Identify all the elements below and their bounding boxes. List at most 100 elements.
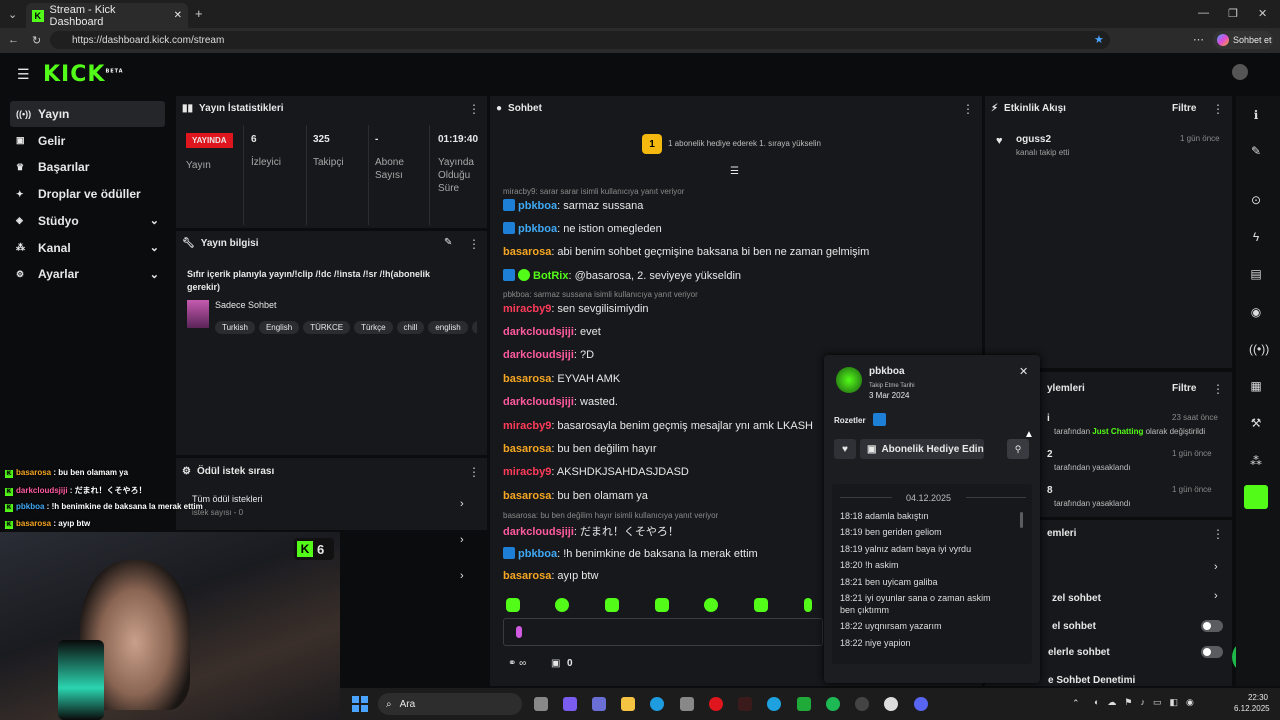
sidebar-item[interactable]: ✦ Droplar ve ödüller bbox=[10, 181, 165, 207]
emote-icon[interactable] bbox=[804, 598, 812, 612]
chat-username[interactable]: darkcloudsjiji bbox=[503, 526, 574, 538]
browser-tab[interactable]: K Stream - Kick Dashboard ✕ bbox=[26, 3, 188, 28]
windows-start-icon[interactable] bbox=[352, 696, 368, 712]
emote-icon[interactable] bbox=[704, 598, 718, 612]
broadcast-icon[interactable]: ((•)) bbox=[1249, 342, 1269, 356]
info-more-icon[interactable]: ⋮ bbox=[468, 237, 480, 251]
lightning-icon[interactable]: ϟ bbox=[1249, 230, 1263, 244]
app-icon[interactable] bbox=[680, 697, 694, 711]
chat-settings-more-icon[interactable]: ⋮ bbox=[1212, 527, 1224, 541]
maximize-icon[interactable]: ❐ bbox=[1228, 7, 1238, 20]
tag[interactable]: english bbox=[428, 321, 468, 334]
document-icon[interactable]: ▤ bbox=[1249, 267, 1263, 281]
new-tab-icon[interactable]: + bbox=[195, 6, 203, 21]
pin-icon[interactable]: ☰ bbox=[730, 166, 739, 177]
chat-username[interactable]: miracby9 bbox=[503, 466, 551, 478]
chat-message[interactable]: miracby9: sen sevgilisimiydin bbox=[503, 303, 649, 315]
edge-icon[interactable] bbox=[650, 697, 664, 711]
chat-username[interactable]: basarosa bbox=[503, 246, 551, 258]
wrench-icon[interactable]: ⚒︎ bbox=[1249, 416, 1263, 430]
app-launcher-icon[interactable] bbox=[1244, 485, 1268, 509]
url-input[interactable]: https://dashboard.kick.com/stream bbox=[50, 31, 1110, 49]
chat-message[interactable]: darkcloudsjiji: ?D bbox=[503, 349, 594, 361]
refresh-icon[interactable]: ↻ bbox=[32, 34, 41, 47]
tag[interactable]: Türkçe bbox=[354, 321, 393, 334]
toggle-switch[interactable] bbox=[1201, 620, 1223, 632]
chevron-right-icon[interactable]: › bbox=[460, 534, 464, 546]
avatar[interactable] bbox=[1232, 64, 1248, 80]
skype-icon[interactable] bbox=[767, 697, 781, 711]
users-icon[interactable]: ⁂ bbox=[1249, 454, 1263, 468]
favorite-star-icon[interactable]: ★ bbox=[1094, 33, 1104, 46]
scrollbar[interactable] bbox=[1020, 512, 1023, 528]
sidebar-item[interactable]: ⁂ Kanal ⌄ bbox=[10, 235, 165, 261]
sidebar-item[interactable]: ♛ Başarılar bbox=[10, 154, 165, 180]
chat-message[interactable]: darkcloudsjiji: だまれ！くそやろ！ bbox=[503, 523, 679, 539]
chat-username[interactable]: pbkboa bbox=[518, 548, 557, 560]
minimize-icon[interactable]: — bbox=[1198, 7, 1209, 19]
chat-username[interactable]: basarosa bbox=[503, 490, 551, 502]
emote-icon[interactable] bbox=[506, 598, 520, 612]
opera-icon[interactable] bbox=[709, 697, 723, 711]
xbox-icon[interactable] bbox=[797, 697, 811, 711]
sidebar-item[interactable]: ▣ Gelir bbox=[10, 128, 165, 154]
category-link[interactable]: Just Chatting bbox=[1092, 427, 1143, 436]
chat-username[interactable]: darkcloudsjiji bbox=[503, 349, 574, 361]
tag[interactable]: t bbox=[471, 321, 477, 334]
chat-message[interactable]: darkcloudsjiji: evet bbox=[503, 326, 601, 338]
chat-username[interactable]: pbkboa bbox=[518, 223, 557, 235]
category-thumbnail[interactable] bbox=[187, 300, 209, 328]
chat-username[interactable]: BotRix bbox=[533, 270, 568, 282]
chat-message[interactable]: basarosa: abi benim sohbet geçmişine bak… bbox=[503, 246, 869, 258]
emote-icon[interactable] bbox=[555, 598, 569, 612]
chat-message[interactable]: pbkboa: !h benimkine de baksana la merak… bbox=[503, 547, 758, 560]
chat-message[interactable]: basarosa: EYVAH AMK bbox=[503, 373, 620, 385]
file-explorer-icon[interactable] bbox=[621, 697, 635, 711]
obs-icon[interactable] bbox=[884, 697, 898, 711]
sidebar-item[interactable]: ◈ Stüdyo ⌄ bbox=[10, 208, 165, 234]
chevron-right-icon[interactable]: › bbox=[460, 498, 464, 510]
close-icon[interactable]: ✕ bbox=[1019, 365, 1028, 378]
chat-message[interactable]: basarosa: ayıp btw bbox=[503, 570, 598, 582]
steam-icon[interactable] bbox=[855, 697, 869, 711]
tag[interactable]: Turkish bbox=[215, 321, 255, 334]
chat-message[interactable]: BotRix: @basarosa, 2. seviyeye yükseldin bbox=[503, 269, 741, 282]
taskbar-search[interactable]: ⌕ Ara bbox=[378, 693, 522, 715]
chevron-right-icon[interactable]: › bbox=[1214, 590, 1218, 602]
emote-icon[interactable] bbox=[754, 598, 768, 612]
mic-icon[interactable] bbox=[516, 626, 522, 638]
mod-action-icon[interactable]: ⚲ bbox=[1007, 439, 1029, 459]
chat-message[interactable]: pbkboa: sarmaz sussana bbox=[503, 199, 643, 212]
app-icon[interactable] bbox=[738, 697, 752, 711]
sidebar-item[interactable]: ⚙︎ Ayarlar ⌄ bbox=[10, 261, 165, 287]
rewards-more-icon[interactable]: ⋮ bbox=[468, 465, 480, 479]
chat-username[interactable]: basarosa bbox=[503, 373, 551, 385]
chat-username[interactable]: darkcloudsjiji bbox=[503, 396, 574, 408]
discord-icon[interactable] bbox=[914, 697, 928, 711]
sidebar-item[interactable]: ((•)) Yayın bbox=[10, 101, 165, 127]
back-icon[interactable]: ← bbox=[8, 34, 19, 46]
chat-message[interactable]: darkcloudsjiji: wasted. bbox=[503, 396, 618, 408]
edit-icon[interactable]: ✎ bbox=[444, 237, 452, 248]
action-user[interactable]: 8 bbox=[1047, 485, 1053, 496]
stats-more-icon[interactable]: ⋮ bbox=[468, 102, 480, 116]
gift-sub-button[interactable]: ▣ Abonelik Hediye Edin bbox=[860, 439, 984, 459]
action-user[interactable]: i bbox=[1047, 413, 1050, 424]
chat-username[interactable]: miracby9 bbox=[503, 303, 551, 315]
tag[interactable]: English bbox=[258, 321, 300, 334]
chat-username[interactable]: pbkboa bbox=[518, 200, 557, 212]
chat-message[interactable]: basarosa: bu ben değilim hayır bbox=[503, 443, 656, 455]
copilot-button[interactable]: Sohbet et bbox=[1213, 31, 1273, 49]
actions-filter-button[interactable]: Filtre bbox=[1172, 383, 1196, 394]
hamburger-menu-icon[interactable]: ☰ bbox=[17, 66, 30, 83]
info-icon[interactable]: ℹ︎ bbox=[1249, 108, 1263, 122]
layout-icon[interactable]: ▦ bbox=[1249, 379, 1263, 393]
settings-row[interactable]: e Sohbet Denetimi bbox=[1048, 675, 1135, 686]
pencil-icon[interactable]: ✎ bbox=[1249, 144, 1263, 158]
gift-banner-text[interactable]: 1 abonelik hediye ederek 1. sıraya yükse… bbox=[668, 139, 821, 148]
chevron-right-icon[interactable]: › bbox=[1214, 561, 1218, 573]
teams-icon[interactable] bbox=[592, 697, 606, 711]
more-menu-icon[interactable]: ⋯ bbox=[1193, 33, 1204, 46]
chat-username[interactable]: basarosa bbox=[503, 570, 551, 582]
action-user[interactable]: 2 bbox=[1047, 449, 1053, 460]
